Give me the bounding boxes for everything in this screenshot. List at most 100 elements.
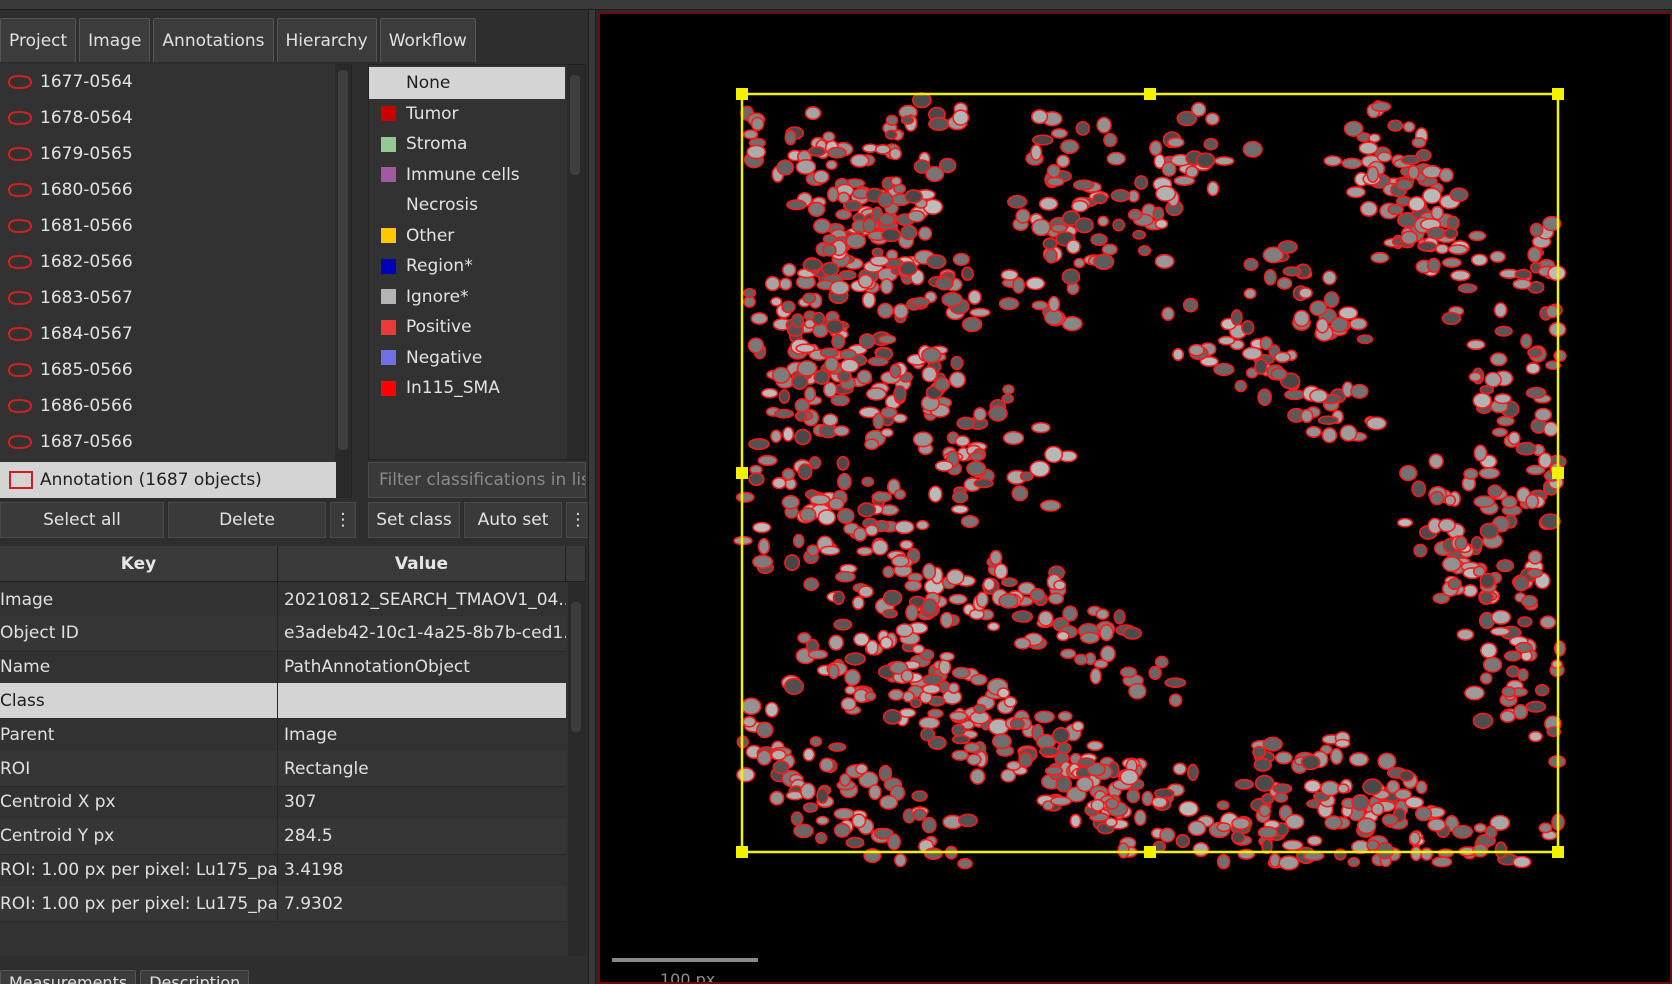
list-item[interactable]: 1686-0566 bbox=[0, 388, 336, 424]
key-column-header[interactable]: Key bbox=[0, 546, 278, 581]
cell-contour bbox=[1101, 243, 1118, 256]
class-item-stroma[interactable]: Stroma bbox=[369, 128, 565, 160]
cell-contour bbox=[1512, 855, 1532, 869]
tab-description[interactable]: Description bbox=[140, 970, 250, 984]
table-row[interactable]: Centroid X px 307 bbox=[0, 784, 566, 821]
tab-annotations[interactable]: Annotations bbox=[153, 18, 274, 62]
tab-workflow[interactable]: Workflow bbox=[379, 18, 476, 62]
cell-contour bbox=[1527, 246, 1542, 263]
class-item-in115-sma[interactable]: In115_SMA bbox=[369, 372, 565, 404]
panel-splitter[interactable] bbox=[588, 10, 596, 984]
class-item-tumor[interactable]: Tumor bbox=[369, 98, 565, 130]
list-item[interactable]: 1687-0566 bbox=[0, 424, 336, 460]
table-row[interactable]: ROI Rectangle bbox=[0, 751, 566, 787]
table-row[interactable]: Class bbox=[0, 683, 566, 720]
annotation-list-scroll-thumb[interactable] bbox=[338, 70, 348, 450]
cell-contour bbox=[781, 467, 795, 481]
cell-contour bbox=[1381, 813, 1399, 826]
table-scroll-thumb[interactable] bbox=[571, 602, 581, 732]
annotation-list-scrollbar[interactable] bbox=[335, 64, 351, 498]
set-class-button[interactable]: Set class bbox=[368, 502, 460, 538]
tab-hierarchy[interactable]: Hierarchy bbox=[276, 18, 377, 62]
table-row[interactable]: Image 20210812_SEARCH_TMAOV1_04... bbox=[0, 582, 566, 618]
cell-contour bbox=[877, 191, 894, 208]
resize-handle[interactable] bbox=[1552, 88, 1564, 100]
resize-handle[interactable] bbox=[1144, 846, 1156, 858]
list-item[interactable]: 1685-0566 bbox=[0, 352, 336, 388]
cell-contour bbox=[1329, 316, 1349, 333]
class-item-positive[interactable]: Positive bbox=[369, 311, 565, 343]
list-item[interactable]: 1677-0564 bbox=[0, 64, 336, 100]
classification-list-scrollbar[interactable] bbox=[567, 65, 585, 459]
cell-contour bbox=[934, 376, 951, 392]
cell-contour bbox=[1192, 841, 1210, 857]
cell-contour bbox=[889, 363, 902, 379]
classification-scroll-thumb[interactable] bbox=[570, 75, 580, 175]
cell-contour bbox=[828, 497, 845, 511]
class-filter-input[interactable]: Filter classifications in lis bbox=[368, 462, 586, 498]
list-item[interactable]: 1681-0566 bbox=[0, 208, 336, 244]
list-item[interactable]: 1679-0565 bbox=[0, 136, 336, 172]
selected-list-item[interactable]: Annotation (1687 objects) bbox=[0, 462, 336, 498]
list-item[interactable]: 1678-0564 bbox=[0, 100, 336, 136]
resize-handle[interactable] bbox=[736, 88, 748, 100]
cell-contour bbox=[1417, 241, 1438, 252]
tab-measurements[interactable]: Measurements bbox=[0, 970, 137, 984]
list-item[interactable]: 1680-0566 bbox=[0, 172, 336, 208]
class-item-ignore[interactable]: Ignore* bbox=[369, 281, 565, 313]
classification-list[interactable]: None Tumor Stroma Immune cells Necrosis Other… bbox=[368, 64, 586, 460]
class-color-swatch bbox=[381, 228, 396, 243]
cell-contour bbox=[1410, 845, 1422, 862]
cell-contour bbox=[922, 673, 944, 686]
resize-handle[interactable] bbox=[1552, 846, 1564, 858]
resize-handle[interactable] bbox=[736, 467, 748, 479]
classification-more-button[interactable]: ⋮ bbox=[566, 502, 590, 538]
class-item-immune-cells[interactable]: Immune cells bbox=[369, 159, 565, 191]
image-canvas[interactable] bbox=[600, 14, 1672, 984]
resize-handle[interactable] bbox=[1144, 88, 1156, 100]
cell-contour bbox=[1370, 802, 1385, 816]
delete-button[interactable]: Delete bbox=[168, 502, 326, 538]
cell-contour bbox=[1257, 388, 1272, 407]
auto-set-button[interactable]: Auto set bbox=[464, 502, 562, 538]
list-item[interactable]: 1683-0567 bbox=[0, 280, 336, 316]
value-column-header[interactable]: Value bbox=[278, 546, 566, 581]
cell-contour bbox=[911, 790, 928, 802]
table-scrollbar[interactable] bbox=[568, 582, 586, 956]
cell-contour bbox=[781, 300, 796, 314]
list-item[interactable]: 1684-0567 bbox=[0, 316, 336, 352]
cell-contour bbox=[895, 623, 914, 638]
class-item-none[interactable]: None bbox=[369, 67, 565, 99]
table-row[interactable]: Object ID e3adeb42-10c1-4a25-8b7b-ced1... bbox=[0, 615, 566, 652]
select-all-button[interactable]: Select all bbox=[0, 502, 164, 538]
cell-contour bbox=[1056, 742, 1072, 755]
tab-image[interactable]: Image bbox=[79, 18, 151, 62]
class-item-region[interactable]: Region* bbox=[369, 250, 565, 282]
cell-contour bbox=[1086, 740, 1104, 752]
image-viewer[interactable]: 100 px bbox=[598, 12, 1672, 984]
table-row[interactable]: ROI: 1.00 px per pixel: Lu175_pan... 3.41… bbox=[0, 852, 566, 889]
table-row[interactable]: Parent Image bbox=[0, 717, 566, 754]
cell-contour bbox=[1435, 243, 1450, 255]
cell-contour bbox=[1517, 616, 1533, 628]
class-item-necrosis[interactable]: Necrosis bbox=[369, 189, 565, 221]
cell-contour bbox=[778, 389, 791, 404]
resize-handle[interactable] bbox=[736, 846, 748, 858]
list-item-label: 1679-0565 bbox=[40, 144, 133, 164]
table-row[interactable]: ROI: 1.00 px per pixel: Lu175_pan... 7.93… bbox=[0, 886, 566, 923]
resize-handle[interactable] bbox=[1552, 467, 1564, 479]
cell-contour bbox=[840, 696, 857, 712]
cell-contour bbox=[1104, 817, 1118, 828]
cell-contour bbox=[828, 742, 847, 752]
tab-project[interactable]: Project bbox=[0, 18, 77, 62]
class-color-swatch bbox=[381, 167, 396, 182]
cell-contour bbox=[743, 129, 759, 140]
annotation-more-button[interactable]: ⋮ bbox=[330, 502, 356, 538]
annotation-list[interactable]: 1677-0564 1678-0564 1679-0565 1680-0566 1681… bbox=[0, 64, 352, 498]
table-row[interactable]: Centroid Y px 284.5 bbox=[0, 818, 566, 855]
list-item[interactable]: 1682-0566 bbox=[0, 244, 336, 280]
class-item-other[interactable]: Other bbox=[369, 220, 565, 252]
cell-contour bbox=[1274, 751, 1293, 765]
table-row[interactable]: Name PathAnnotationObject bbox=[0, 649, 566, 686]
class-item-negative[interactable]: Negative bbox=[369, 342, 565, 374]
